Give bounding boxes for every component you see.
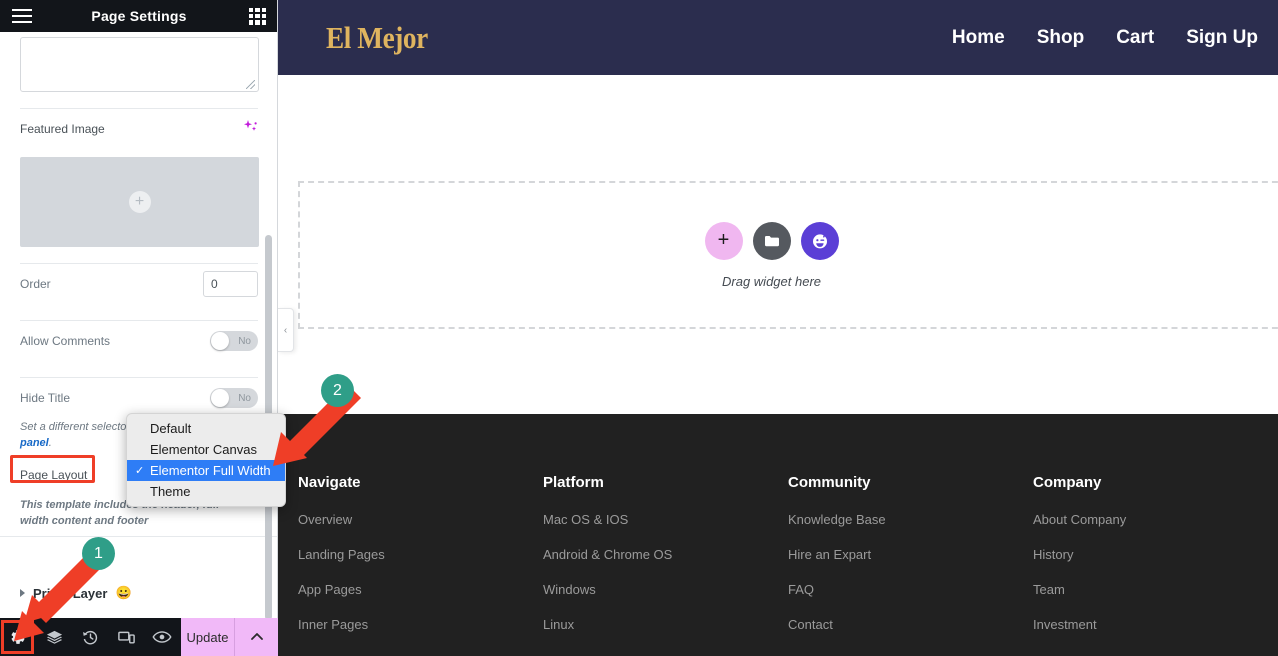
footer-column-title: Company [1033, 474, 1102, 491]
dropzone-label: Drag widget here [722, 273, 821, 289]
ai-sparkle-icon[interactable] [242, 119, 258, 140]
page-title: Page Settings [91, 8, 187, 24]
dropzone-inner: + Drag widget here [300, 183, 1243, 327]
preview-eye-icon[interactable] [144, 618, 180, 656]
resize-handle-icon[interactable] [246, 80, 255, 89]
allow-comments-row: Allow Comments No [20, 321, 258, 361]
add-widget-button[interactable]: + [704, 221, 743, 260]
hamburger-menu-icon[interactable] [12, 8, 32, 24]
footer-link[interactable]: Contact [788, 617, 833, 632]
dropzone-buttons: + [704, 221, 839, 260]
update-options-caret-icon[interactable] [234, 618, 278, 656]
apps-grid-icon[interactable] [249, 7, 266, 25]
dropdown-option-label: Default [150, 421, 192, 436]
footer-link[interactable]: FAQ [788, 582, 814, 597]
footer-link[interactable]: Landing Pages [298, 547, 385, 562]
divider [0, 536, 277, 537]
panel-header: Page Settings [0, 0, 277, 32]
hide-title-state: No [238, 392, 251, 404]
footer-column-title: Platform [543, 474, 604, 491]
footer-column-company: Company About Company History Team Inves… [1033, 474, 1278, 651]
footer-column-title: Navigate [298, 474, 361, 491]
helper-text: Set a different selector [20, 421, 131, 433]
dropdown-option-label: Theme [150, 484, 191, 499]
dropdown-option-label: Elementor Full Width [150, 463, 271, 478]
footer-link[interactable]: Android & Chrome OS [543, 547, 672, 562]
excerpt-textarea[interactable] [20, 37, 259, 92]
allow-comments-toggle[interactable]: No [210, 331, 258, 351]
toggle-knob [211, 332, 229, 350]
site-header: El Mejor Home Shop Cart Sign Up [278, 0, 1278, 75]
featured-image-row: Featured Image [20, 109, 258, 149]
annotation-badge-2: 2 [321, 374, 354, 407]
nav-item-sign-up[interactable]: Sign Up [1186, 27, 1278, 49]
site-footer: Navigate Overview Landing Pages App Page… [278, 414, 1278, 656]
nav-item-cart[interactable]: Cart [1116, 27, 1154, 49]
hide-title-row: Hide Title No [20, 378, 258, 418]
footer-column-title: Community [788, 474, 871, 491]
footer-link[interactable]: App Pages [298, 582, 362, 597]
footer-column-platform: Platform Mac OS & IOS Android & Chrome O… [543, 474, 788, 651]
nav-item-shop[interactable]: Shop [1037, 27, 1085, 49]
footer-link[interactable]: Knowledge Base [788, 512, 886, 527]
helper-tail: . [48, 436, 52, 449]
page-layout-highlight [10, 455, 95, 483]
order-row: Order 0 [20, 264, 258, 304]
footer-column-community: Community Knowledge Base Hire an Expart … [788, 474, 1033, 651]
footer-link[interactable]: History [1033, 547, 1073, 562]
plus-circle-icon[interactable]: + [128, 191, 151, 213]
add-template-folder-button[interactable] [752, 221, 791, 260]
footer-link[interactable]: Team [1033, 582, 1065, 597]
footer-link[interactable]: Windows [543, 582, 596, 597]
footer-link[interactable]: Mac OS & IOS [543, 512, 628, 527]
footer-columns: Navigate Overview Landing Pages App Page… [298, 474, 1278, 651]
site-nav: Home Shop Cart Sign Up [952, 27, 1278, 49]
featured-image-dropzone[interactable]: + [20, 157, 259, 247]
dropdown-option-theme[interactable]: Theme [127, 481, 285, 502]
editor-root: Page Settings Featured Image + Order 0 A… [0, 0, 1278, 656]
widget-dropzone[interactable]: + Drag widget here [298, 181, 1278, 329]
footer-link[interactable]: Overview [298, 512, 352, 527]
site-logo[interactable]: El Mejor [326, 20, 428, 56]
footer-column-navigate: Navigate Overview Landing Pages App Page… [298, 474, 543, 651]
footer-link[interactable]: Inner Pages [298, 617, 368, 632]
preview-canvas: El Mejor Home Shop Cart Sign Up + Drag w… [278, 0, 1278, 656]
hide-title-toggle[interactable]: No [210, 388, 258, 408]
checkmark-icon: ✓ [135, 465, 145, 477]
allow-comments-label: Allow Comments [20, 334, 111, 348]
annotation-badge-1: 1 [82, 537, 115, 570]
chevron-left-icon: ‹ [283, 324, 288, 336]
footer-link[interactable]: Linux [543, 617, 574, 632]
footer-link[interactable]: About Company [1033, 512, 1126, 527]
footer-link[interactable]: Investment [1033, 617, 1097, 632]
panel-link[interactable]: panel [20, 437, 49, 449]
order-input[interactable]: 0 [203, 271, 258, 297]
featured-image-label: Featured Image [20, 122, 105, 136]
dropdown-option-label: Elementor Canvas [150, 442, 257, 457]
update-button[interactable]: Update [180, 618, 234, 656]
toggle-knob [211, 389, 229, 407]
panel-collapse-toggle[interactable]: ‹ [278, 308, 294, 352]
footer-link[interactable]: Hire an Expart [788, 547, 871, 562]
ai-assistant-button[interactable] [800, 221, 839, 260]
hide-title-label: Hide Title [20, 391, 71, 405]
order-label: Order [20, 277, 51, 291]
allow-comments-state: No [238, 335, 251, 347]
nav-item-home[interactable]: Home [952, 27, 1005, 49]
